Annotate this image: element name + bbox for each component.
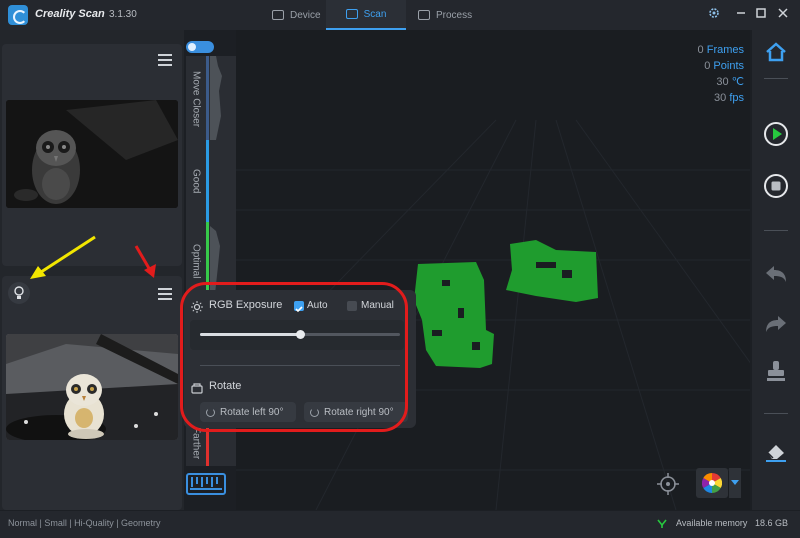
undo-icon[interactable] <box>762 260 790 288</box>
app-logo-icon <box>8 5 28 25</box>
gear-icon[interactable] <box>706 7 722 23</box>
color-wheel-button[interactable] <box>696 468 728 498</box>
exposure-slider-handle[interactable] <box>296 330 305 339</box>
title-bar: Creality Scan 3.1.30 Device Scan Process <box>0 0 800 30</box>
popup-divider <box>200 365 400 366</box>
toolbar-separator <box>764 230 788 231</box>
quality-zone-close <box>206 56 209 140</box>
menu-icon[interactable] <box>158 54 172 66</box>
scan-stats: 0 Frames 0 Points 30 ℃ 30 fps <box>698 42 744 106</box>
play-icon[interactable] <box>762 120 790 148</box>
ruler-button[interactable] <box>186 473 226 495</box>
stamp-icon[interactable] <box>762 358 790 386</box>
menu-icon[interactable] <box>158 288 172 300</box>
rotate-right-button[interactable]: Rotate right 90° <box>304 402 408 422</box>
exposure-title: RGB Exposure <box>209 299 283 311</box>
depth-histogram <box>210 56 222 294</box>
home-icon[interactable] <box>762 38 790 66</box>
memory-label: Available memory <box>676 518 748 528</box>
memory-value: 18.6 GB <box>755 518 789 528</box>
layers-icon <box>418 10 430 20</box>
quality-zone-good <box>206 140 209 222</box>
quality-label-move-closer: Move Closer <box>190 70 202 128</box>
bulb-icon[interactable] <box>8 282 30 304</box>
redo-icon[interactable] <box>762 310 790 338</box>
auto-label: Auto <box>307 300 328 311</box>
rotate-title: Rotate <box>209 380 242 392</box>
stat-frames: 0 Frames <box>697 44 744 56</box>
rotate-right-icon <box>310 407 319 417</box>
tab-device[interactable]: Device <box>262 0 331 30</box>
rotate-left-label: Rotate left 90° <box>220 406 284 418</box>
quality-label-optimal: Optimal <box>190 243 202 279</box>
quality-zone-far <box>206 428 209 466</box>
eraser-icon[interactable] <box>762 438 790 466</box>
stat-temperature: 30 ℃ <box>716 76 744 88</box>
status-bar: Normal | Small | Hi-Quality | Geometry A… <box>0 511 800 538</box>
tab-device-label: Device <box>290 9 321 21</box>
3d-viewport[interactable]: 0 Frames 0 Points 30 ℃ 30 fps <box>236 30 750 510</box>
manual-label: Manual <box>361 300 394 311</box>
manual-checkbox[interactable] <box>347 301 357 311</box>
exposure-slider[interactable] <box>200 330 400 339</box>
camera-panel <box>0 30 184 510</box>
exposure-slider-fill <box>200 333 300 336</box>
sun-icon <box>191 300 203 313</box>
rotate-icon <box>191 381 203 394</box>
right-toolbar <box>752 30 800 510</box>
quality-zone-optimal <box>206 222 209 294</box>
app-version: 3.1.30 <box>109 9 137 20</box>
minimize-icon[interactable] <box>733 7 749 23</box>
quality-label-good: Good <box>190 168 202 194</box>
chevron-down-icon[interactable] <box>729 468 741 498</box>
toolbar-separator <box>764 78 788 79</box>
stat-fps: 30 fps <box>714 92 744 104</box>
memory-icon <box>656 517 668 529</box>
stop-icon[interactable] <box>762 172 790 200</box>
tab-scan-label: Scan <box>363 8 387 20</box>
rotate-left-icon <box>206 407 215 417</box>
tab-scan[interactable]: Scan <box>326 0 406 30</box>
close-icon[interactable] <box>775 7 791 23</box>
crosshair-icon[interactable] <box>656 472 680 496</box>
app-title: Creality Scan <box>35 8 105 20</box>
stat-points: 0 Points <box>704 60 744 72</box>
depth-camera-preview <box>6 100 178 208</box>
tab-process[interactable]: Process <box>412 0 478 30</box>
scan-icon <box>345 9 358 19</box>
auto-checkbox[interactable] <box>294 301 304 313</box>
rgb-camera-card <box>2 276 182 510</box>
tab-process-label: Process <box>436 9 473 21</box>
device-icon <box>272 10 284 20</box>
rotate-right-label: Rotate right 90° <box>324 406 394 418</box>
scan-mode-text: Normal | Small | Hi-Quality | Geometry <box>8 518 161 528</box>
point-cloud <box>414 240 598 368</box>
color-wheel-icon <box>702 473 722 493</box>
toolbar-separator <box>764 413 788 414</box>
depth-camera-card <box>2 44 182 266</box>
maximize-icon[interactable] <box>753 7 769 23</box>
quality-toggle[interactable] <box>186 41 214 53</box>
rotate-left-button[interactable]: Rotate left 90° <box>200 402 296 422</box>
rgb-camera-preview <box>6 334 178 440</box>
